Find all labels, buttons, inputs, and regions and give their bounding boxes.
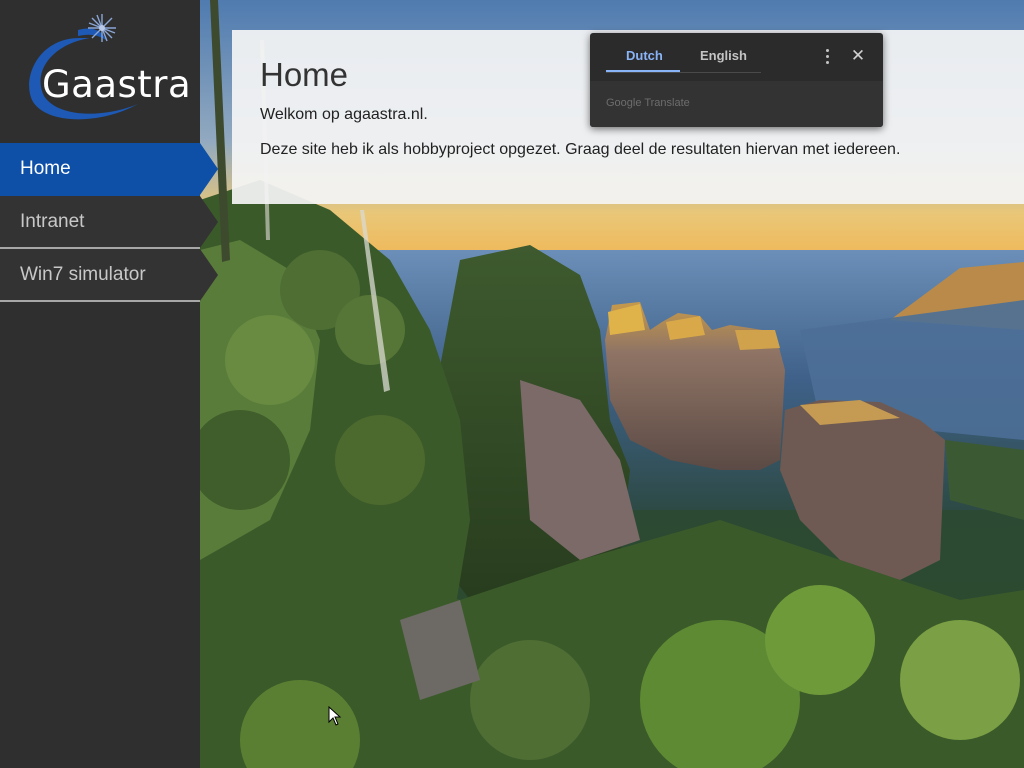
- sidebar-item-home[interactable]: Home: [0, 143, 218, 196]
- sidebar-item-label: Win7 simulator: [20, 264, 146, 285]
- google-translate-brand: Google Translate: [606, 97, 690, 109]
- main-navigation: Home Intranet Win7 simulator: [0, 143, 218, 302]
- logo-text: Gaastra: [42, 63, 192, 106]
- close-icon[interactable]: ✕: [849, 46, 867, 66]
- sidebar-item-label: Intranet: [20, 211, 85, 232]
- intro-text: Deze site heb ik als hobbyproject opgeze…: [260, 141, 901, 158]
- google-translate-popup: Dutch English ✕ Google Translate: [590, 33, 883, 127]
- language-tabs: Dutch English: [606, 33, 761, 73]
- sidebar-item-intranet[interactable]: Intranet: [0, 196, 218, 249]
- translate-footer: Google Translate: [590, 81, 883, 127]
- active-tab-indicator: [606, 70, 680, 72]
- tab-dutch[interactable]: Dutch: [626, 48, 663, 63]
- mouse-pointer-icon: [328, 705, 342, 731]
- page-title: Home: [260, 56, 349, 93]
- sidebar-item-label: Home: [20, 158, 71, 179]
- welcome-text: Welkom op agaastra.nl.: [260, 106, 428, 123]
- sidebar-item-win7-simulator[interactable]: Win7 simulator: [0, 249, 218, 302]
- tab-english[interactable]: English: [700, 48, 747, 63]
- site-logo[interactable]: Gaastra: [18, 8, 192, 126]
- more-vert-icon[interactable]: [819, 45, 835, 67]
- sidebar: Gaastra Home Intranet Win7 simulator: [0, 0, 218, 768]
